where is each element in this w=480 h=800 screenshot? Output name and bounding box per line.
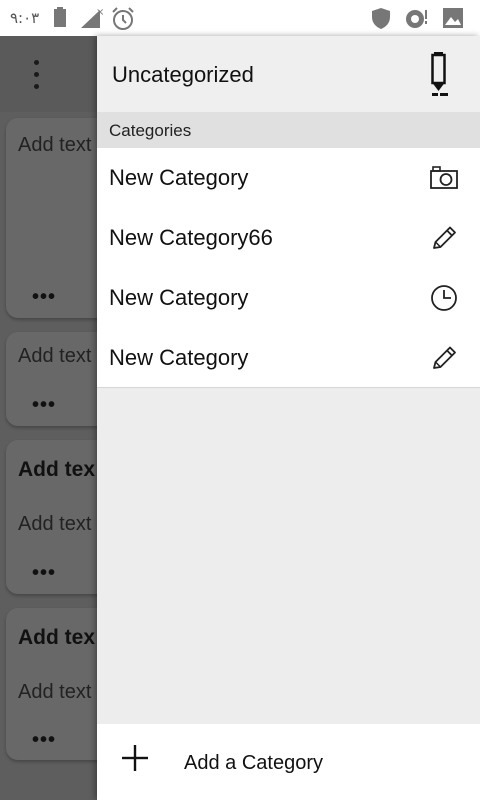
note-more-icon[interactable]: ••• [32,730,56,750]
pencil-icon [433,346,456,369]
drawer-title[interactable]: Uncategorized [112,62,254,88]
no-signal-icon: × [81,7,104,28]
add-category-button[interactable]: Add a Category [97,724,480,800]
note-text: Add text [18,513,92,535]
note-title: Add tex [18,626,96,649]
drawer-header: Uncategorized [97,36,480,112]
pencil-icon [433,226,456,249]
note-more-icon[interactable]: ••• [32,287,56,307]
note-text: Add text [18,681,92,703]
category-label: New Category [109,285,249,310]
note-text: Add text [18,134,92,156]
category-label: New Category66 [109,225,273,250]
alarm-icon [112,7,134,30]
add-category-label: Add a Category [184,752,323,774]
category-label: New Category [109,165,249,190]
svg-text:×: × [96,7,104,18]
camera-icon [430,166,458,189]
plus-icon [122,745,148,771]
note-title: Add tex [18,458,96,481]
overflow-menu-icon[interactable] [24,58,48,92]
note-text: Add text [18,345,92,367]
section-label: Categories [109,121,192,140]
categories-section-header: Categories [97,112,480,148]
image-icon [443,8,463,28]
note-more-icon[interactable]: ••• [32,395,56,415]
status-bar: ۹:۰۳ × [0,0,480,36]
category-item[interactable]: New Category [97,148,480,208]
category-item[interactable]: New Category [97,328,480,388]
category-item[interactable]: New Category66 [97,208,480,268]
sync-icon [406,10,427,28]
status-time: ۹:۰۳ [10,9,40,27]
note-more-icon[interactable]: ••• [32,563,56,583]
battery-icon [54,7,66,27]
category-label: New Category [109,345,249,370]
category-drawer: Uncategorized Categories New Category Ne… [97,36,480,800]
clock-icon [431,285,457,311]
category-list: New Category New Category66 New Category [97,148,480,388]
category-item[interactable]: New Category [97,268,480,328]
shield-icon [372,8,390,29]
pen-icon[interactable] [425,50,453,98]
